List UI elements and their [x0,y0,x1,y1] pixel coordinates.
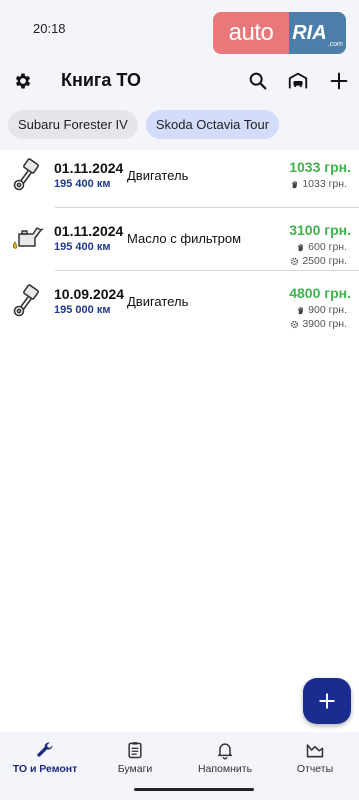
record-labor-value: 600 грн. [308,241,347,253]
add-icon[interactable] [328,70,350,92]
chart-icon [306,744,324,758]
engine-piston-icon [13,284,39,317]
nav-tab-papers[interactable]: Бумаги [90,732,180,792]
hand-icon [292,180,298,188]
add-record-button[interactable] [303,678,351,724]
record-date: 01.11.2024 [54,223,124,239]
nav-tab-reminders[interactable]: Напомнить [180,732,270,792]
record-total: 4800 грн. [289,285,351,301]
record-total: 3100 грн. [289,222,351,238]
record-name: Масло с фильтром [127,231,242,246]
record-labor-value: 1033 грн. [302,178,347,190]
record-mileage: 195 400 км [54,241,111,253]
record-parts-value: 2500 грн. [302,255,347,267]
nav-tab-label: Бумаги [117,763,153,775]
record-parts: 3900 грн. [290,318,347,330]
cog-icon [291,320,299,328]
clipboard-icon [128,742,142,759]
hand-icon [297,243,304,251]
oil-can-icon [12,227,44,249]
bell-icon [218,743,232,760]
ad-logo-ria: RIA [292,21,327,44]
record-date: 01.11.2024 [54,160,124,176]
record-labor: 900 грн. [296,304,347,316]
record-name: Двигатель [127,168,189,183]
record-date: 10.09.2024 [54,286,125,302]
garage-icon[interactable] [287,70,309,92]
gear-icon[interactable] [13,71,33,91]
record-mileage: 195 400 км [54,178,111,190]
status-time: 20:18 [33,21,66,36]
record-parts: 2500 грн. [290,255,347,267]
nav-tab-label: ТО и Ремонт [12,763,78,775]
engine-piston-icon [13,158,39,191]
record-labor: 600 грн. [296,241,347,253]
record-mileage: 195 000 км [54,304,111,316]
record-parts-value: 3900 грн. [302,318,347,330]
service-records-list: 01.11.2024 195 400 км Двигатель 1033 грн… [0,145,359,333]
car-selector: Subaru Forester IV Skoda Octavia Tour [8,110,280,139]
nav-tab-maintenance[interactable]: ТО и Ремонт [0,732,90,792]
list-item[interactable]: 01.11.2024 195 400 км Масло с фильтром 3… [12,207,359,270]
ad-logo-right: RIA .com [289,12,346,54]
app-bar: Книга ТО [0,62,359,100]
record-total: 1033 грн. [289,159,351,175]
page-title: Книга ТО [61,70,141,90]
record-labor-value: 900 грн. [308,304,347,316]
list-item[interactable]: 10.09.2024 195 000 км Двигатель 4800 грн… [13,270,359,333]
car-chip-skoda[interactable]: Skoda Octavia Tour [145,110,280,139]
record-name: Двигатель [127,294,189,309]
nav-tab-reports[interactable]: Отчеты [270,732,359,792]
ad-logo-left: auto [213,12,289,54]
ad-logo-suffix: .com [327,41,343,48]
wrench-icon [37,742,53,757]
list-item[interactable]: 01.11.2024 195 400 км Двигатель 1033 грн… [0,145,359,207]
plus-icon [319,693,335,709]
nav-tab-label: Напомнить [197,763,253,775]
nav-tab-label: Отчеты [296,763,334,775]
home-indicator[interactable] [134,788,254,791]
hand-icon [297,306,304,314]
cog-icon [291,257,299,265]
record-labor: 1033 грн. [290,178,347,190]
ad-banner[interactable]: auto RIA .com [213,12,346,54]
search-icon[interactable] [247,70,269,92]
car-chip-subaru[interactable]: Subaru Forester IV [8,110,138,139]
